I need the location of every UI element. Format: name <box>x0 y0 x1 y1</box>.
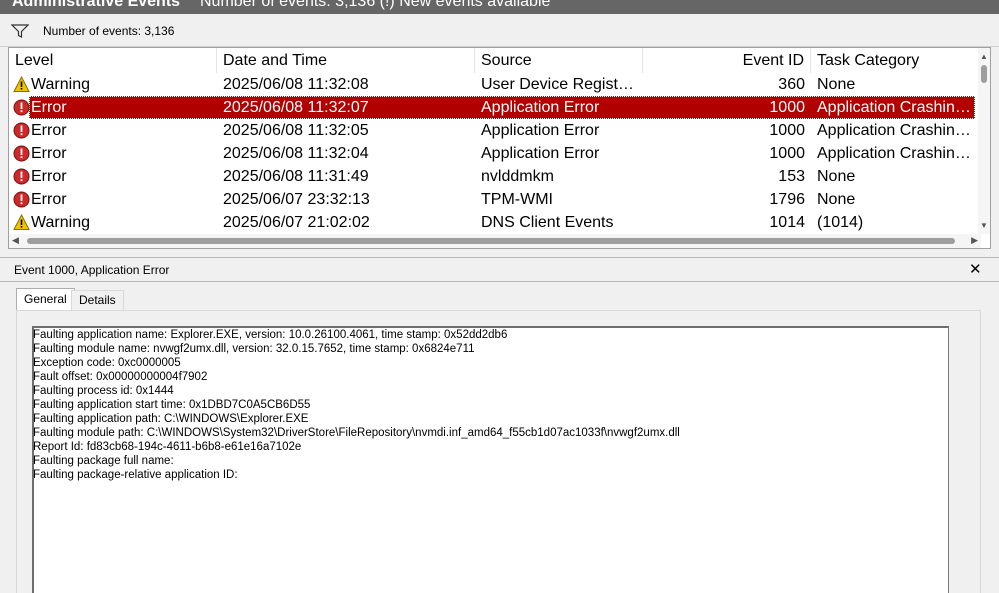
event-detail-title: Event 1000, Application Error <box>14 263 170 277</box>
horizontal-scroll-thumb[interactable] <box>27 238 955 244</box>
cell-source: User Device Regist… <box>481 76 634 93</box>
cell-category: Application Crashin… <box>817 145 971 162</box>
column-header-level[interactable]: Level <box>9 48 217 73</box>
cell-datetime: 2025/06/08 11:32:08 <box>223 76 369 93</box>
error-icon <box>13 168 30 185</box>
cell-category: None <box>817 191 856 208</box>
vertical-scroll-thumb[interactable] <box>981 65 987 83</box>
description-line: Faulting package full name: <box>33 455 174 467</box>
cell-datetime: 2025/06/08 11:31:49 <box>223 168 369 185</box>
cell-event-id: 360 <box>778 76 805 93</box>
scroll-down-icon[interactable]: ▼ <box>980 221 988 230</box>
description-line: Faulting application path: C:\WINDOWS\Ex… <box>33 413 309 425</box>
cell-datetime: 2025/06/08 11:32:05 <box>223 122 369 139</box>
window-title-bar: Administrative Events Number of events: … <box>0 0 999 14</box>
column-header-task-category[interactable]: Task Category <box>811 48 981 73</box>
event-row[interactable]: Error 2025/06/08 11:31:49 nvlddmkm 153 None <box>9 165 975 188</box>
description-line: Faulting module name: nvwgf2umx.dll, ver… <box>33 343 475 355</box>
event-row[interactable]: Error 2025/06/07 23:32:13 TPM-WMI 1796 None <box>9 188 975 211</box>
warning-icon <box>13 76 30 92</box>
event-row[interactable]: Error 2025/06/08 11:32:07 Application Erro… <box>9 96 975 119</box>
cell-event-id: 153 <box>778 168 805 185</box>
event-row[interactable]: Error 2025/06/08 11:32:05 Application Erro… <box>9 119 975 142</box>
cell-level: Warning <box>31 214 90 231</box>
filter-bar: Number of events: 3,136 <box>0 14 999 47</box>
description-line: Exception code: 0xc0000005 <box>33 357 181 369</box>
column-header-datetime[interactable]: Date and Time <box>217 48 475 73</box>
warning-icon <box>13 214 30 230</box>
cell-level: Warning <box>31 76 90 93</box>
error-icon <box>13 99 30 116</box>
cell-source: DNS Client Events <box>481 214 614 231</box>
event-detail-header: Event 1000, Application Error ✕ <box>0 257 999 282</box>
grid-header: Level Date and Time Source Event ID Task… <box>9 48 981 73</box>
close-icon[interactable]: ✕ <box>969 260 982 278</box>
cell-source: Application Error <box>481 122 600 139</box>
cell-source: Application Error <box>481 99 600 116</box>
cell-level: Error <box>31 99 67 116</box>
tab-general[interactable]: General <box>16 288 75 311</box>
cell-level: Error <box>31 168 67 185</box>
cell-event-id: 1000 <box>769 122 805 139</box>
cell-datetime: 2025/06/07 23:32:13 <box>223 191 370 208</box>
event-row[interactable]: Warning 2025/06/07 21:02:02 DNS Client Eve… <box>9 211 975 234</box>
cell-event-id: 1796 <box>769 191 805 208</box>
cell-level: Error <box>31 145 67 162</box>
event-row[interactable]: Warning 2025/06/08 11:32:08 User Device Re… <box>9 73 975 96</box>
cell-category: (1014) <box>817 214 864 231</box>
cell-event-id: 1000 <box>769 145 805 162</box>
cell-level: Error <box>31 191 67 208</box>
cell-datetime: 2025/06/07 21:02:02 <box>223 214 370 231</box>
cell-event-id: 1014 <box>769 214 805 231</box>
cell-category: Application Crashin… <box>817 99 971 116</box>
vertical-scrollbar[interactable]: ▲ ▼ <box>978 48 990 234</box>
horizontal-scrollbar[interactable]: ◀ ▶ <box>9 234 981 248</box>
events-grid[interactable]: Level Date and Time Source Event ID Task… <box>8 47 991 249</box>
error-icon <box>13 145 30 162</box>
description-line: Faulting application start time: 0x1DBD7… <box>33 399 311 411</box>
description-line: Faulting package-relative application ID… <box>33 469 238 481</box>
scroll-up-icon[interactable]: ▲ <box>980 52 988 61</box>
window-subtitle: Number of events: 3,136 (!) New events a… <box>200 0 551 10</box>
scroll-left-icon[interactable]: ◀ <box>12 235 19 246</box>
description-line: Faulting module path: C:\WINDOWS\System3… <box>33 427 680 439</box>
cell-source: Application Error <box>481 145 600 162</box>
cell-source: nvlddmkm <box>481 168 554 185</box>
description-line: Report Id: fd83cb68-194c-4611-b6b8-e61e1… <box>33 441 302 453</box>
description-line: Faulting process id: 0x1444 <box>33 385 174 397</box>
error-icon <box>13 191 30 208</box>
cell-category: None <box>817 76 856 93</box>
column-header-source[interactable]: Source <box>475 48 643 73</box>
cell-level: Error <box>31 122 67 139</box>
description-line: Faulting application name: Explorer.EXE,… <box>33 329 508 341</box>
cell-source: TPM-WMI <box>481 191 553 208</box>
column-header-event-id[interactable]: Event ID <box>643 48 811 73</box>
event-row[interactable]: Error 2025/06/08 11:32:04 Application Erro… <box>9 142 975 165</box>
window-title: Administrative Events <box>12 0 181 10</box>
filter-icon[interactable] <box>11 24 29 38</box>
description-line: Fault offset: 0x00000000004f7902 <box>33 371 208 383</box>
event-count-label: Number of events: 3,136 <box>43 24 175 38</box>
cell-datetime: 2025/06/08 11:32:07 <box>223 99 369 116</box>
scroll-right-icon[interactable]: ▶ <box>971 235 978 246</box>
tab-details[interactable]: Details <box>71 290 124 310</box>
cell-category: Application Crashin… <box>817 122 971 139</box>
cell-event-id: 1000 <box>769 99 805 116</box>
error-icon <box>13 122 30 139</box>
cell-category: None <box>817 168 856 185</box>
cell-datetime: 2025/06/08 11:32:04 <box>223 145 369 162</box>
